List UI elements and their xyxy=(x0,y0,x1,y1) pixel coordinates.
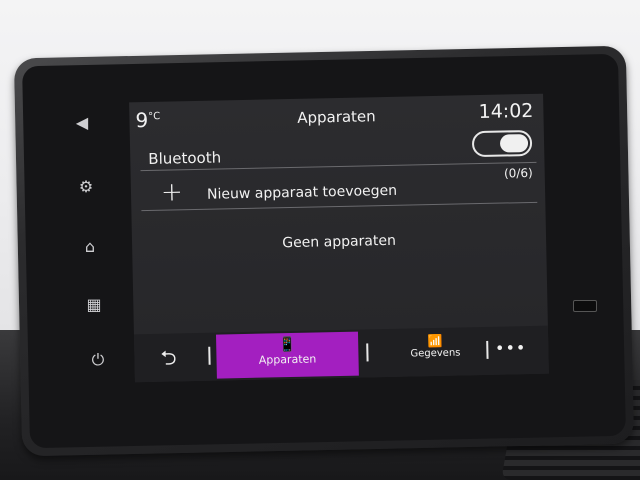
home-glyph: ⌂ xyxy=(84,236,96,256)
bluetooth-toggle[interactable] xyxy=(471,129,533,158)
power-glyph: ⏻ xyxy=(91,350,105,369)
apps-grid-glyph: ▦ xyxy=(86,294,102,314)
bottom-bar: ⮌ 📱 Apparaten 📶 Gegevens ••• xyxy=(133,325,549,383)
home-icon[interactable]: ⌂ xyxy=(80,236,100,256)
tab-apparaten[interactable]: 📱 Apparaten xyxy=(215,331,359,379)
divider xyxy=(141,201,538,212)
car-settings-icon[interactable]: ⚙ xyxy=(76,176,96,196)
device-count: (0/6) xyxy=(503,165,533,181)
volume-glyph: ◀ xyxy=(75,112,89,132)
separator xyxy=(208,346,211,365)
plus-icon[interactable]: + xyxy=(161,177,183,207)
clock: 14:02 xyxy=(478,99,534,124)
usb-port xyxy=(573,300,597,312)
add-device-button[interactable]: Nieuw apparaat toevoegen xyxy=(207,183,397,203)
touchscreen: 9°C Apparaten 14:02 Bluetooth + Nieuw ap… xyxy=(129,93,549,383)
toggle-knob xyxy=(499,134,529,153)
volume-icon[interactable]: ◀ xyxy=(72,112,92,132)
back-icon[interactable]: ⮌ xyxy=(160,343,177,377)
tab-gegevens-label: Gegevens xyxy=(410,347,461,360)
more-icon[interactable]: ••• xyxy=(495,338,527,358)
bluetooth-label: Bluetooth xyxy=(148,148,222,168)
power-icon[interactable]: ⏻ xyxy=(88,350,108,370)
tab-apparaten-label: Apparaten xyxy=(258,352,317,367)
separator xyxy=(366,343,369,362)
apps-grid-icon[interactable]: ▦ xyxy=(84,294,104,314)
empty-message: Geen apparaten xyxy=(282,232,397,252)
tab-gegevens[interactable]: 📶 Gegevens xyxy=(390,333,481,360)
separator xyxy=(486,340,489,359)
car-settings-glyph: ⚙ xyxy=(78,176,94,196)
